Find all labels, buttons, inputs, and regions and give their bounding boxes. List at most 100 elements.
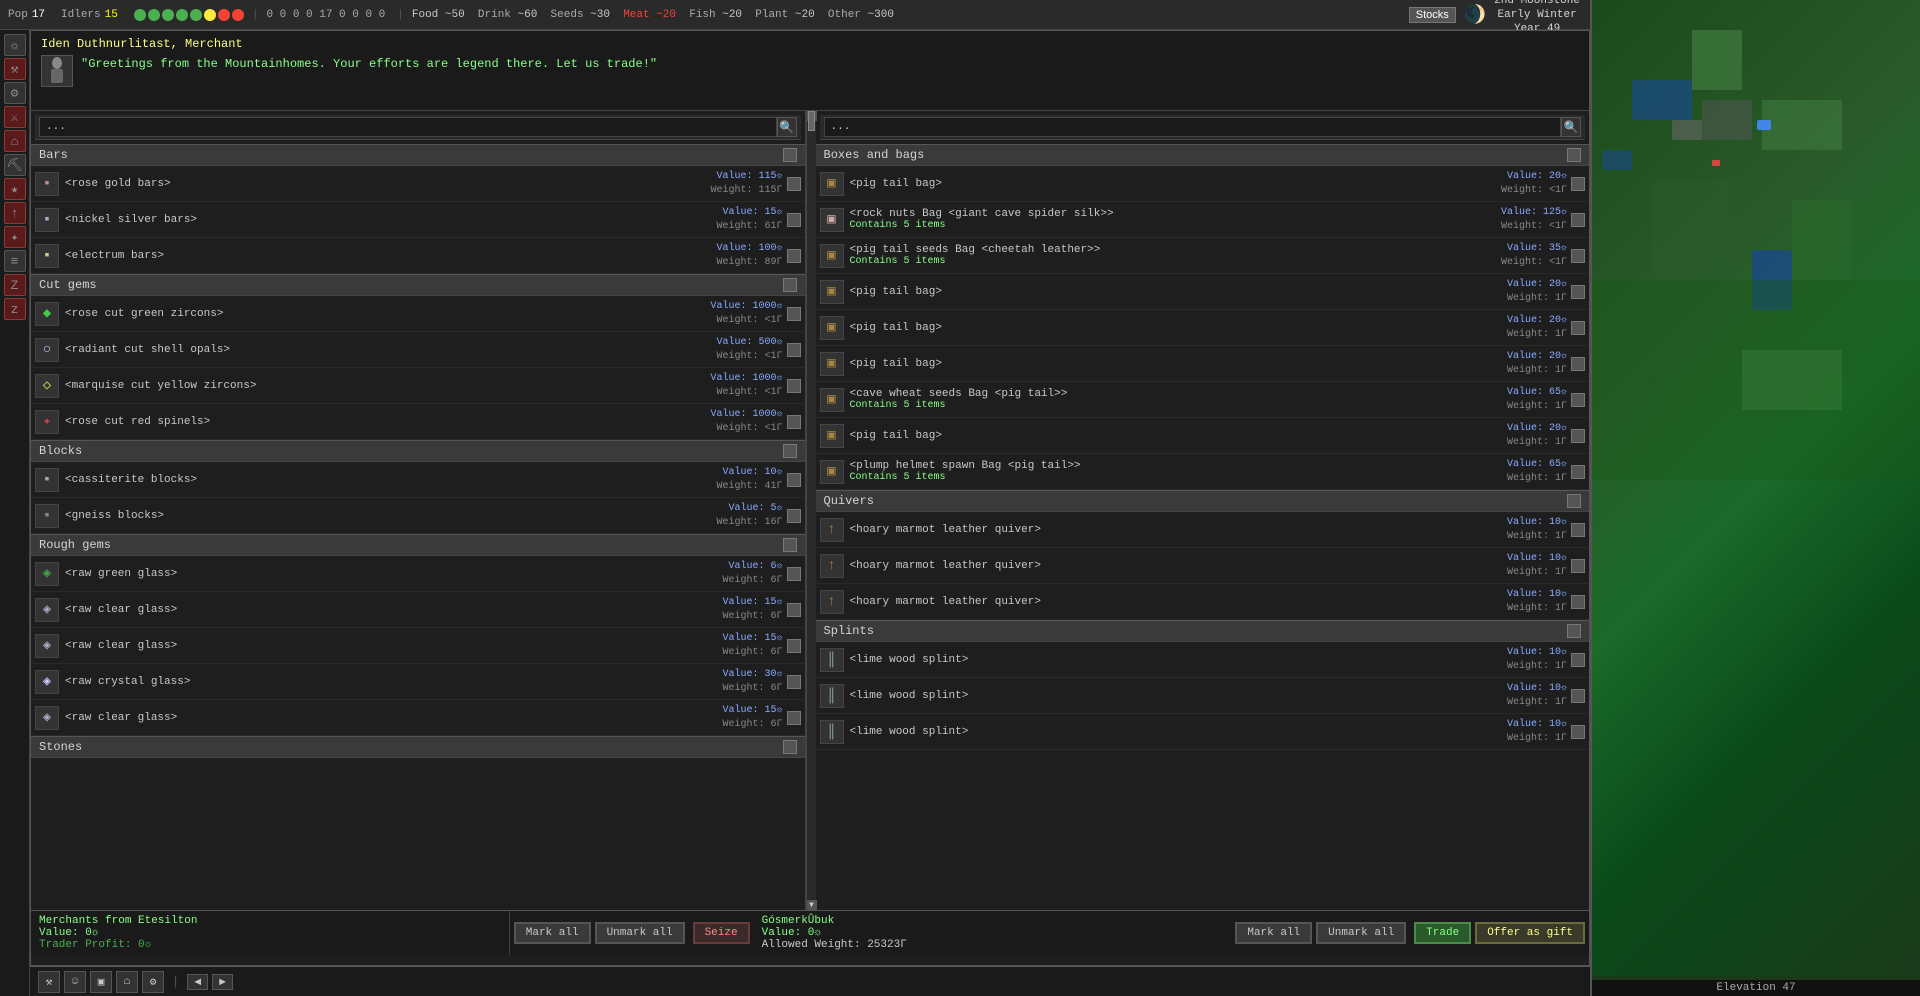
sidebar-icon-up[interactable]: ↑ — [4, 202, 26, 224]
item-raw-clear-glass-3[interactable]: ◈ <raw clear glass> Value: 15☼ Weight: 6… — [31, 700, 805, 736]
item-checkbox[interactable] — [787, 415, 801, 429]
right-unmark-all-button[interactable]: Unmark all — [1316, 922, 1406, 944]
sidebar-icon-diamond[interactable]: ✦ — [4, 226, 26, 248]
item-nickel-silver-bars[interactable]: ▪ <nickel silver bars> Value: 15☼ Weight… — [31, 202, 805, 238]
item-lime-wood-splint-3[interactable]: ║ <lime wood splint> Value: 10☼ Weight: … — [816, 714, 1590, 750]
item-pig-tail-bag-5[interactable]: ▣ <pig tail bag> Value: 20☼ Weight: 1Γ — [816, 418, 1590, 454]
item-checkbox[interactable] — [1571, 689, 1585, 703]
right-search-input[interactable] — [824, 117, 1562, 137]
item-checkbox[interactable] — [1571, 393, 1585, 407]
item-checkbox[interactable] — [787, 379, 801, 393]
left-search-input[interactable] — [39, 117, 777, 137]
item-pig-tail-bag-3[interactable]: ▣ <pig tail bag> Value: 20☼ Weight: 1Γ — [816, 310, 1590, 346]
item-shell-opals[interactable]: ○ <radiant cut shell opals> Value: 500☼ … — [31, 332, 805, 368]
item-pig-tail-bag-4[interactable]: ▣ <pig tail bag> Value: 20☼ Weight: 1Γ — [816, 346, 1590, 382]
item-pig-tail-bag-2[interactable]: ▣ <pig tail bag> Value: 20☼ Weight: 1Γ — [816, 274, 1590, 310]
category-bars-checkbox[interactable] — [783, 148, 797, 162]
item-quiver-3[interactable]: ↑ <hoary marmot leather quiver> Value: 1… — [816, 584, 1590, 620]
item-raw-clear-glass-1[interactable]: ◈ <raw clear glass> Value: 15☼ Weight: 6… — [31, 592, 805, 628]
item-yellow-zircons[interactable]: ◇ <marquise cut yellow zircons> Value: 1… — [31, 368, 805, 404]
right-item-list[interactable]: Boxes and bags ▣ <pig tail bag> Value: 2… — [816, 144, 1590, 910]
left-unmark-all-button[interactable]: Unmark all — [595, 922, 685, 944]
category-splints-checkbox[interactable] — [1567, 624, 1581, 638]
item-checkbox[interactable] — [787, 509, 801, 523]
item-checkbox[interactable] — [1571, 177, 1585, 191]
stocks-button[interactable]: Stocks — [1409, 7, 1456, 23]
item-checkbox[interactable] — [787, 177, 801, 191]
item-checkbox[interactable] — [1571, 653, 1585, 667]
item-checkbox[interactable] — [787, 639, 801, 653]
sidebar-icon-map[interactable]: ≡ — [4, 250, 26, 272]
item-raw-crystal-glass[interactable]: ◈ <raw crystal glass> Value: 30☼ Weight:… — [31, 664, 805, 700]
item-checkbox[interactable] — [787, 307, 801, 321]
item-checkbox[interactable] — [787, 675, 801, 689]
item-red-spinels[interactable]: ✦ <rose cut red spinels> Value: 1000☼ We… — [31, 404, 805, 440]
item-pig-tail-bag-1[interactable]: ▣ <pig tail bag> Value: 20☼ Weight: <1Γ — [816, 166, 1590, 202]
category-blocks-checkbox[interactable] — [783, 444, 797, 458]
bottom-icon-person[interactable]: ☺ — [64, 971, 86, 993]
item-checkbox[interactable] — [1571, 465, 1585, 479]
left-item-list[interactable]: Bars ▪ <rose gold bars> Value: 115☼ Weig… — [31, 144, 805, 910]
arrow-left-button[interactable]: ◄ — [187, 974, 208, 990]
item-checkbox[interactable] — [1571, 357, 1585, 371]
item-quiver-2[interactable]: ↑ <hoary marmot leather quiver> Value: 1… — [816, 548, 1590, 584]
arrow-right-button[interactable]: ► — [212, 974, 233, 990]
bottom-icon-home[interactable]: ⌂ — [116, 971, 138, 993]
item-checkbox[interactable] — [1571, 595, 1585, 609]
category-quivers-checkbox[interactable] — [1567, 494, 1581, 508]
sidebar-icon-sword[interactable]: ⚔ — [4, 106, 26, 128]
item-checkbox[interactable] — [1571, 249, 1585, 263]
item-checkbox[interactable] — [1571, 725, 1585, 739]
sidebar-icon-sun[interactable]: ☼ — [4, 34, 26, 56]
category-cut-gems-checkbox[interactable] — [783, 278, 797, 292]
item-cassiterite-blocks[interactable]: ▪ <cassiterite blocks> Value: 10☼ Weight… — [31, 462, 805, 498]
left-search-button[interactable]: 🔍 — [777, 117, 797, 137]
item-rock-nuts-bag[interactable]: ▣ <rock nuts Bag <giant cave spider silk… — [816, 202, 1590, 238]
scroll-down[interactable]: ▼ — [807, 900, 817, 910]
offer-as-gift-button[interactable]: Offer as gift — [1475, 922, 1585, 944]
right-search-button[interactable]: 🔍 — [1561, 117, 1581, 137]
left-scrollbar[interactable]: ▲ ▼ — [806, 111, 816, 910]
item-lime-wood-splint-2[interactable]: ║ <lime wood splint> Value: 10☼ Weight: … — [816, 678, 1590, 714]
bottom-icon-gear[interactable]: ⚙ — [142, 971, 164, 993]
bottom-icon-hammer[interactable]: ⚒ — [38, 971, 60, 993]
item-checkbox[interactable] — [787, 473, 801, 487]
item-green-zircons[interactable]: ◆ <rose cut green zircons> Value: 1000☼ … — [31, 296, 805, 332]
sidebar-icon-gear[interactable]: ⚙ — [4, 82, 26, 104]
item-checkbox[interactable] — [787, 567, 801, 581]
item-electrum-bars[interactable]: ▪ <electrum bars> Value: 100☼ Weight: 89… — [31, 238, 805, 274]
item-raw-green-glass[interactable]: ◈ <raw green glass> Value: 6☼ Weight: 6Γ — [31, 556, 805, 592]
sidebar-icon-home[interactable]: ⌂ — [4, 130, 26, 152]
bottom-icon-box[interactable]: ▣ — [90, 971, 112, 993]
item-checkbox[interactable] — [1571, 321, 1585, 335]
item-raw-clear-glass-2[interactable]: ◈ <raw clear glass> Value: 15☼ Weight: 6… — [31, 628, 805, 664]
category-rough-gems-checkbox[interactable] — [783, 538, 797, 552]
item-checkbox[interactable] — [787, 249, 801, 263]
item-checkbox[interactable] — [787, 343, 801, 357]
item-gneiss-blocks[interactable]: ▪ <gneiss blocks> Value: 5☼ Weight: 16Γ — [31, 498, 805, 534]
sidebar-icon-pick[interactable]: ⛏ — [4, 154, 26, 176]
sidebar-icon-craft[interactable]: ⚒ — [4, 58, 26, 80]
item-checkbox[interactable] — [1571, 285, 1585, 299]
item-rose-gold-bars[interactable]: ▪ <rose gold bars> Value: 115☼ Weight: 1… — [31, 166, 805, 202]
right-mark-all-button[interactable]: Mark all — [1235, 922, 1312, 944]
category-stones-checkbox[interactable] — [783, 740, 797, 754]
item-lime-wood-splint-1[interactable]: ║ <lime wood splint> Value: 10☼ Weight: … — [816, 642, 1590, 678]
item-quiver-1[interactable]: ↑ <hoary marmot leather quiver> Value: 1… — [816, 512, 1590, 548]
item-cave-wheat-seeds-bag[interactable]: ▣ <cave wheat seeds Bag <pig tail>> Cont… — [816, 382, 1590, 418]
item-pig-tail-seeds-bag[interactable]: ▣ <pig tail seeds Bag <cheetah leather>>… — [816, 238, 1590, 274]
category-boxes-bags-checkbox[interactable] — [1567, 148, 1581, 162]
item-checkbox[interactable] — [1571, 429, 1585, 443]
item-checkbox[interactable] — [1571, 559, 1585, 573]
sidebar-icon-star[interactable]: ★ — [4, 178, 26, 200]
left-mark-all-button[interactable]: Mark all — [514, 922, 591, 944]
seize-button[interactable]: Seize — [693, 922, 750, 944]
trade-button[interactable]: Trade — [1414, 922, 1471, 944]
item-checkbox[interactable] — [787, 711, 801, 725]
item-plump-helmet-spawn-bag[interactable]: ▣ <plump helmet spawn Bag <pig tail>> Co… — [816, 454, 1590, 490]
item-checkbox[interactable] — [1571, 523, 1585, 537]
item-checkbox[interactable] — [787, 603, 801, 617]
item-checkbox[interactable] — [787, 213, 801, 227]
scroll-thumb[interactable] — [808, 111, 815, 131]
sidebar-icon-z1[interactable]: Z — [4, 274, 26, 296]
